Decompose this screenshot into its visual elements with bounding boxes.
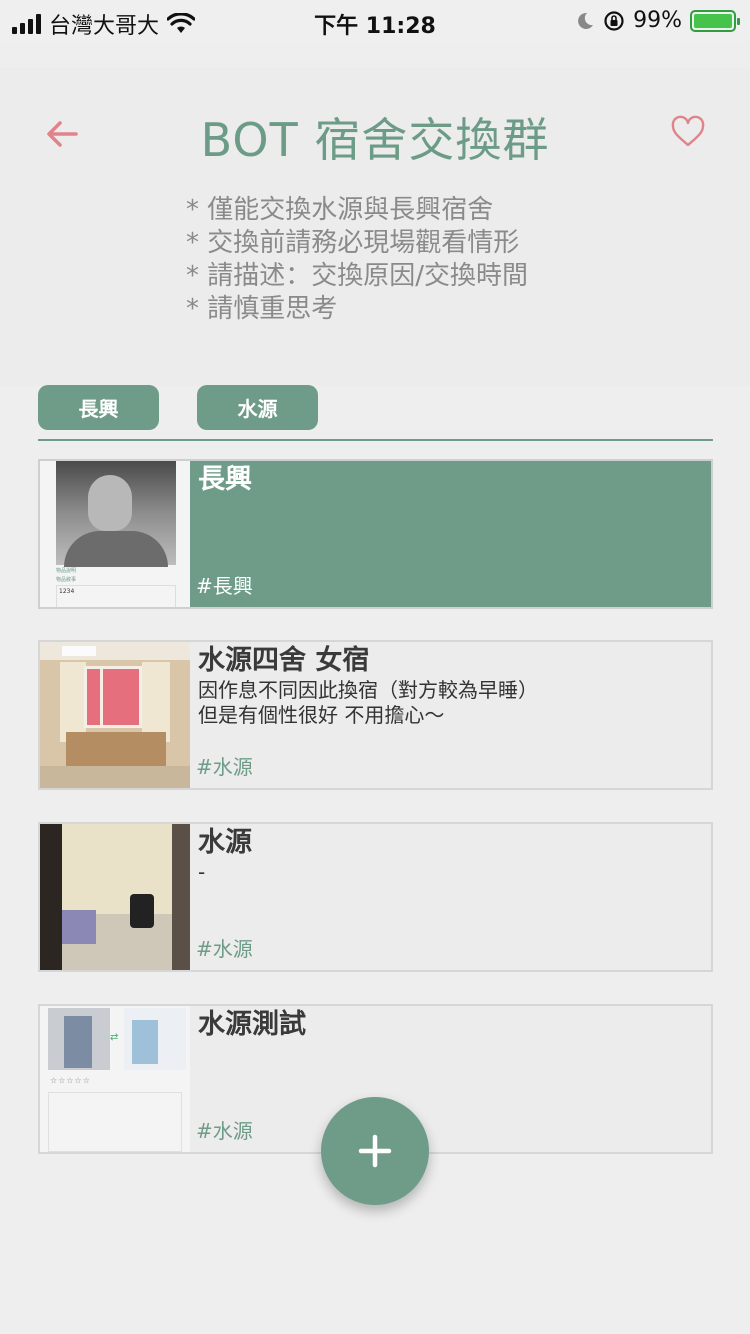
tab-divider xyxy=(38,439,713,441)
status-right: 99% xyxy=(575,8,740,33)
post-title: 水源四舍 女宿 xyxy=(198,645,370,676)
post-tag: #長興 xyxy=(196,574,253,598)
thumbnail-caption: 物品說明 xyxy=(56,568,77,574)
battery-charging-icon xyxy=(690,9,740,32)
rule-item: * 請慎重思考 xyxy=(186,294,338,324)
thumbnail-caption: 物品敘事 xyxy=(56,577,77,583)
tab-changxing[interactable]: 長興 xyxy=(38,385,159,430)
add-post-button[interactable] xyxy=(321,1097,429,1205)
thumbnail-box-text: 1234 xyxy=(56,585,176,607)
filter-tabs: 長興 水源 xyxy=(38,385,318,430)
post-title: 水源測試 xyxy=(198,1009,306,1040)
moon-icon xyxy=(578,12,594,29)
page-title: BOT 宿舍交換群 xyxy=(200,113,550,167)
page-header: BOT 宿舍交換群 * 僅能交換水源與長興宿舍 * 交換前請務必現場觀看情形 *… xyxy=(0,68,750,386)
battery-percent: 99% xyxy=(633,8,682,33)
post-thumbnail xyxy=(40,642,190,788)
heart-icon[interactable] xyxy=(670,114,706,150)
post-description: - xyxy=(198,860,206,884)
post-title: 水源 xyxy=(198,827,252,858)
rules-list: * 僅能交換水源與長興宿舍 * 交換前請務必現場觀看情形 * 請描述：交換原因/… xyxy=(186,194,528,326)
post-title: 長興 xyxy=(198,464,252,495)
orientation-lock-icon xyxy=(604,10,624,31)
post-tag: #水源 xyxy=(196,755,253,779)
post-body: 水源 - #水源 xyxy=(190,824,711,970)
post-thumbnail: 物品說明 物品敘事 1234 xyxy=(40,461,190,607)
post-tag: #水源 xyxy=(196,937,253,961)
plus-icon xyxy=(358,1134,392,1168)
post-description: 因作息不同因此換宿（對方較為早睡） 但是有個性很好 不用擔心～ xyxy=(198,678,538,727)
post-body: 水源測試 #水源 xyxy=(190,1006,711,1152)
post-card[interactable]: 物品說明 物品敘事 1234 長興 #長興 xyxy=(38,459,713,609)
post-body: 長興 #長興 xyxy=(190,461,711,607)
tab-shuiyuan[interactable]: 水源 xyxy=(197,385,318,430)
post-tag: #水源 xyxy=(196,1119,253,1143)
post-thumbnail: ⇄ ☆☆☆☆☆ xyxy=(40,1006,190,1152)
thumbnail-stars: ☆☆☆☆☆ xyxy=(50,1076,91,1085)
status-bar: 台灣大哥大 下午 11:28 99% xyxy=(0,0,750,42)
post-card[interactable]: 水源 - #水源 xyxy=(38,822,713,972)
rule-item: * 請描述：交換原因/交換時間 xyxy=(186,261,529,291)
rule-item: * 交換前請務必現場觀看情形 xyxy=(186,228,520,258)
post-body: 水源四舍 女宿 因作息不同因此換宿（對方較為早睡） 但是有個性很好 不用擔心～ … xyxy=(190,642,711,788)
post-thumbnail xyxy=(40,824,190,970)
post-card[interactable]: 水源四舍 女宿 因作息不同因此換宿（對方較為早睡） 但是有個性很好 不用擔心～ … xyxy=(38,640,713,790)
rule-item: * 僅能交換水源與長興宿舍 xyxy=(186,195,494,225)
